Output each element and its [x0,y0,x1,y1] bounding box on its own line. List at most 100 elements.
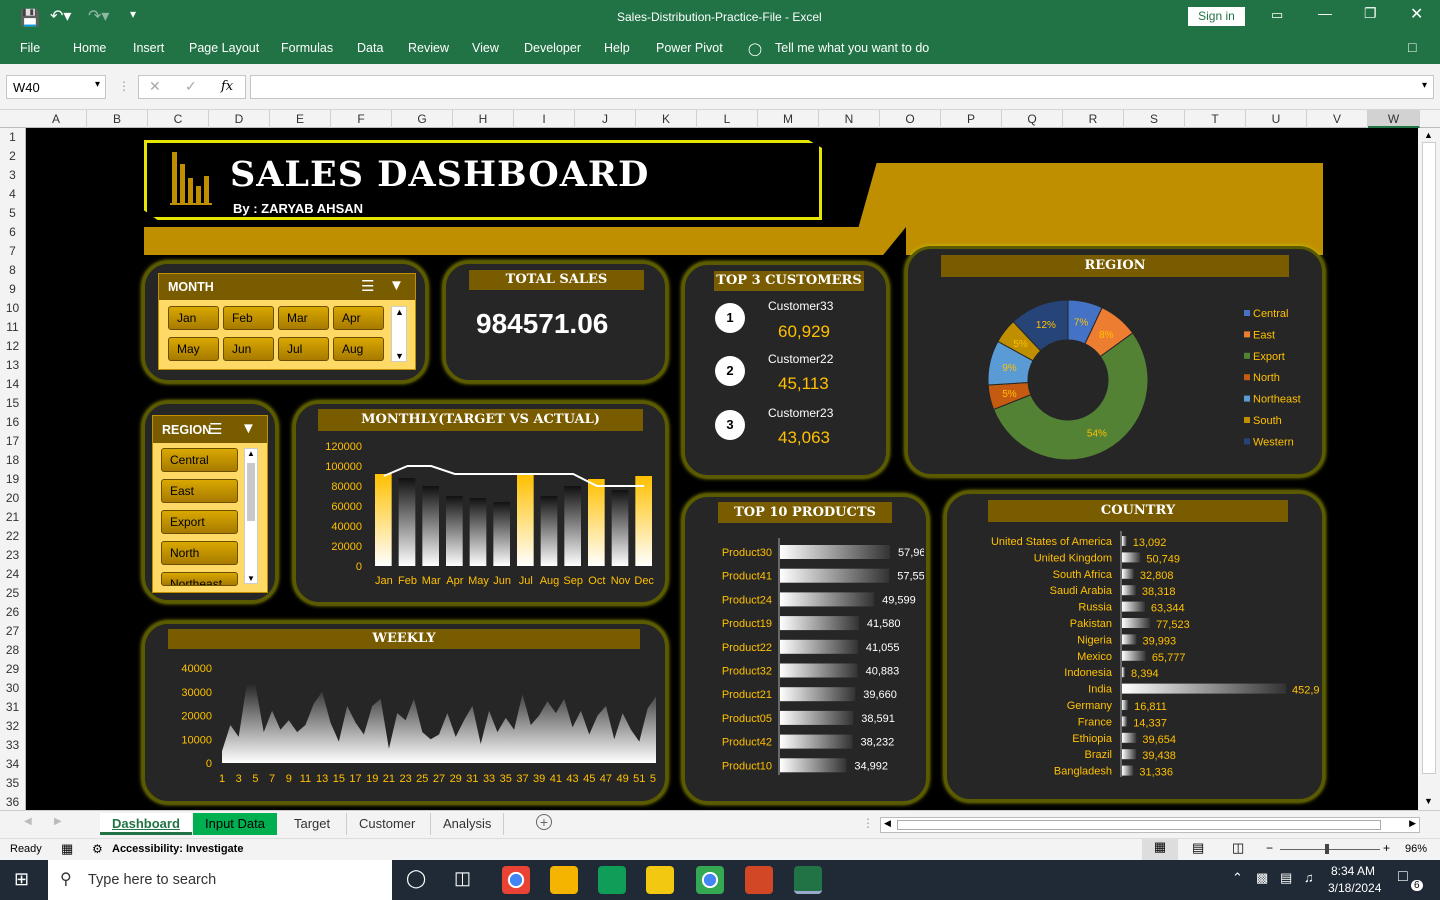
zoom-slider-thumb[interactable] [1325,844,1329,854]
slicer-item-export[interactable]: Export [161,510,238,534]
classroom-icon[interactable] [598,866,626,894]
column-header[interactable]: O [880,110,941,128]
row-header[interactable]: 32 [0,719,25,733]
row-header[interactable]: 26 [0,605,25,619]
cortana-icon[interactable]: ◯ [406,868,426,889]
enter-icon[interactable]: ✓ [185,78,197,95]
row-header[interactable]: 23 [0,548,25,562]
row-header[interactable]: 9 [0,282,25,296]
accessibility-icon[interactable]: ⚙ [92,842,103,856]
close-icon[interactable]: ✕ [1410,4,1423,24]
windows-start-icon[interactable]: ⊞ [14,869,29,890]
horizontal-scrollbar[interactable]: ◀ ▶ [880,817,1420,833]
column-header[interactable]: I [514,110,575,128]
scroll-down-icon[interactable]: ▼ [395,351,404,361]
row-header[interactable]: 17 [0,434,25,448]
zoom-out-icon[interactable]: − [1266,841,1273,855]
row-header[interactable]: 3 [0,168,25,182]
row-header[interactable]: 12 [0,339,25,353]
slicer-item-feb[interactable]: Feb [223,306,274,330]
column-header[interactable]: E [270,110,331,128]
row-header[interactable]: 29 [0,662,25,676]
row-header[interactable]: 2 [0,149,25,163]
customize-toolbar-icon[interactable]: ▾ [130,7,136,21]
volume-icon[interactable]: ♫ [1304,870,1314,885]
row-header[interactable]: 27 [0,624,25,638]
column-header[interactable]: Q [1002,110,1063,128]
row-header[interactable]: 13 [0,358,25,372]
region-slicer[interactable]: REGION ☰ ▼ Central East Export North Nor… [152,415,268,593]
redo-icon[interactable]: ↷▾ [88,6,109,26]
sheet-tab-input-data[interactable]: Input Data [193,813,277,835]
month-slicer-scrollbar[interactable]: ▲ ▼ [391,306,407,362]
column-header[interactable]: S [1124,110,1185,128]
slicer-item-jul[interactable]: Jul [278,337,329,361]
expand-formula-icon[interactable]: ▾ [1422,80,1427,91]
tab-data[interactable]: Data [357,41,383,55]
column-header[interactable]: L [697,110,758,128]
macro-icon[interactable]: ▦ [61,841,73,857]
tab-formulas[interactable]: Formulas [281,41,333,55]
multi-select-icon[interactable]: ☰ [209,420,222,438]
minimize-icon[interactable]: — [1318,5,1332,21]
zoom-level[interactable]: 96% [1405,843,1427,855]
region-slicer-scrollbar[interactable]: ▲ ▼ [244,448,258,584]
column-header[interactable]: C [148,110,209,128]
slicer-item-central[interactable]: Central [161,448,238,472]
slicer-item-mar[interactable]: Mar [278,306,329,330]
column-header[interactable]: J [575,110,636,128]
column-header[interactable]: G [392,110,453,128]
slicer-item-northeast[interactable]: Northeast [161,572,238,586]
scroll-right-icon[interactable]: ▶ [1409,818,1416,829]
row-header[interactable]: 7 [0,244,25,258]
column-header[interactable]: V [1307,110,1368,128]
ribbon-display-icon[interactable]: ▭ [1271,7,1283,23]
page-layout-view-icon[interactable]: ▤ [1192,840,1204,856]
excel-icon[interactable] [794,866,822,894]
column-header[interactable]: N [819,110,880,128]
scroll-up-icon[interactable]: ▲ [247,449,255,458]
column-header[interactable]: B [87,110,148,128]
slicer-item-north[interactable]: North [161,541,238,565]
column-header[interactable]: U [1246,110,1307,128]
row-header[interactable]: 33 [0,738,25,752]
task-view-icon[interactable]: ◫ [454,868,471,889]
column-header[interactable]: D [209,110,270,128]
sheet-tab-dashboard[interactable]: Dashboard [100,813,192,835]
file-explorer-icon[interactable] [550,866,578,894]
clock-date[interactable]: 3/18/2024 [1328,881,1381,895]
column-header[interactable]: M [758,110,819,128]
row-header[interactable]: 28 [0,643,25,657]
tab-power-pivot[interactable]: Power Pivot [656,41,723,55]
notifications-icon[interactable]: □ [1398,868,1408,886]
column-header[interactable]: R [1063,110,1124,128]
scroll-thumb[interactable] [1422,142,1436,774]
network-status-icon[interactable]: ▩ [1256,870,1268,886]
name-box[interactable]: W40 ▾ [6,75,106,99]
row-header[interactable]: 16 [0,415,25,429]
comments-icon[interactable]: □ [1408,39,1416,55]
tab-help[interactable]: Help [604,41,630,55]
row-header[interactable]: 5 [0,206,25,220]
row-header[interactable]: 20 [0,491,25,505]
row-header[interactable]: 10 [0,301,25,315]
restore-icon[interactable]: ❐ [1364,5,1377,22]
zoom-slider[interactable] [1280,844,1380,854]
save-icon[interactable]: 💾 [20,8,40,28]
column-header[interactable]: K [636,110,697,128]
month-slicer[interactable]: MONTH ☰ ▼ Jan Feb Mar Apr May Jun Jul Au… [158,273,416,370]
row-header[interactable]: 6 [0,225,25,239]
scroll-up-icon[interactable]: ▲ [1424,130,1433,140]
next-sheet-icon[interactable]: ▶ [54,816,62,827]
chrome-profile-icon[interactable] [696,866,724,894]
slicer-item-aug[interactable]: Aug [333,337,384,361]
column-header[interactable]: W [1368,110,1420,128]
slicer-item-may[interactable]: May [168,337,219,361]
row-header[interactable]: 35 [0,776,25,790]
row-header[interactable]: 22 [0,529,25,543]
accessibility-status[interactable]: Accessibility: Investigate [112,843,243,855]
zoom-in-icon[interactable]: + [1383,841,1390,855]
tab-home[interactable]: Home [73,41,106,55]
prev-sheet-icon[interactable]: ◀ [24,816,32,827]
scroll-down-icon[interactable]: ▼ [247,574,255,583]
